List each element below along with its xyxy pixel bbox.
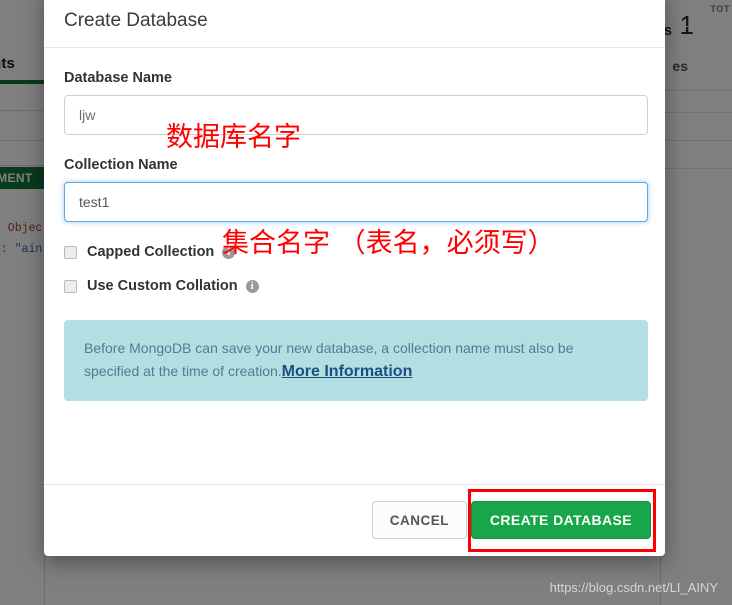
dialog-body: Database Name Collection Name Capped Col…	[44, 48, 665, 401]
database-name-input[interactable]	[64, 95, 648, 135]
dialog-header: Create Database	[44, 0, 665, 48]
capped-collection-checkbox[interactable]	[64, 245, 77, 259]
watermark: https://blog.csdn.net/LI_AINY	[549, 580, 718, 595]
custom-collation-label: Use Custom Collation	[87, 278, 238, 294]
more-information-link[interactable]: More Information	[282, 363, 413, 380]
annotation-collection-name: 集合名字 （表名，必须写）	[222, 228, 555, 259]
capped-collection-label: Capped Collection	[87, 244, 215, 260]
create-database-dialog: Create Database Database Name Collection…	[44, 0, 665, 556]
collection-name-label: Collection Name	[64, 157, 178, 173]
custom-collation-checkbox[interactable]	[64, 279, 77, 293]
annotation-database-name: 数据库名字	[166, 122, 301, 153]
collection-required-notice: Before MongoDB can save your new databas…	[64, 320, 648, 401]
info-icon[interactable]: i	[245, 279, 259, 293]
database-name-label: Database Name	[64, 70, 172, 86]
cancel-button[interactable]: CANCEL	[371, 501, 467, 539]
dialog-title: Create Database	[64, 10, 208, 31]
collection-name-input[interactable]	[64, 182, 648, 222]
custom-collation-row[interactable]: Use Custom Collation i	[64, 278, 645, 294]
annotation-highlight-box	[468, 489, 656, 552]
